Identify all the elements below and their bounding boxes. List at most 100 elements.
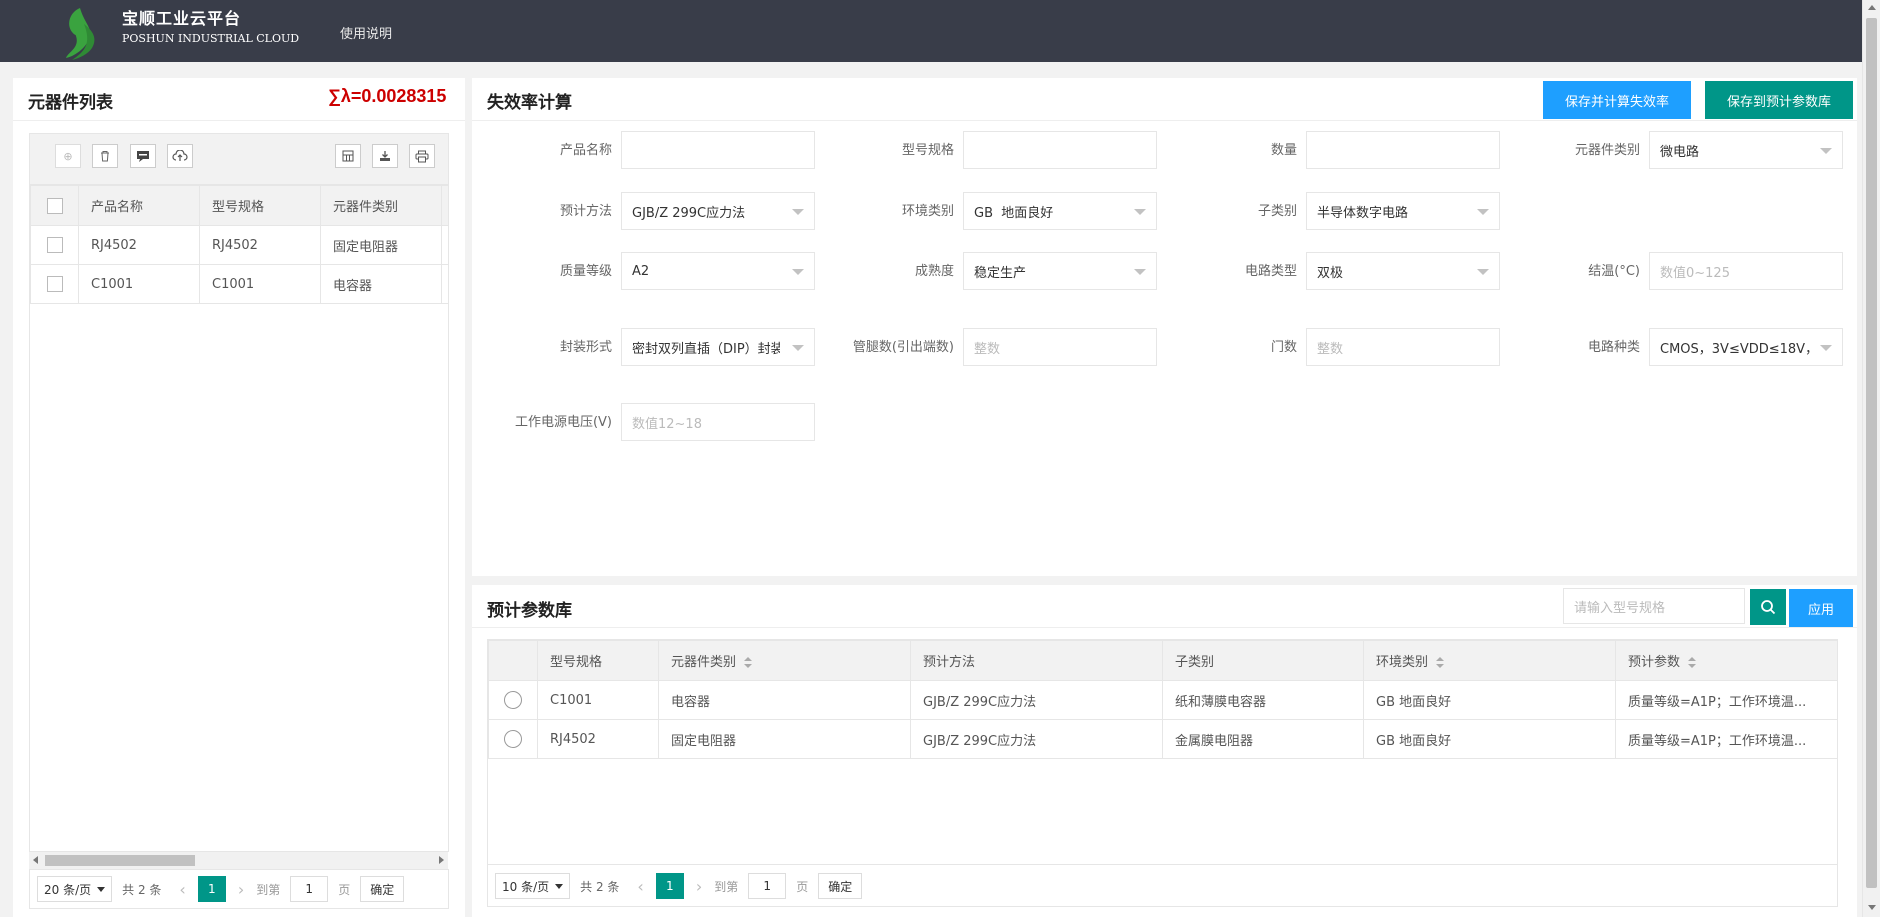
model-input[interactable] bbox=[963, 131, 1157, 169]
junction-temp-label: 结温(°C) bbox=[1588, 264, 1640, 279]
apply-button[interactable]: 应用 bbox=[1789, 589, 1853, 627]
prev-page-icon[interactable]: ‹ bbox=[179, 880, 185, 899]
package-select[interactable]: 密封双列直插（DIP）封装 bbox=[621, 328, 815, 366]
category-select[interactable]: 微电路 bbox=[1649, 131, 1843, 169]
goto-confirm-button[interactable]: 确定 bbox=[818, 873, 863, 899]
chevron-down-icon bbox=[1820, 148, 1832, 154]
library-table-wrapper: 型号规格 元器件类别 预计方法 子类别 环境类别 预计参数 C1001 电容器 … bbox=[487, 639, 1838, 865]
circuit-kind-select[interactable]: CMOS，3V≤VDD≤18V， bbox=[1649, 328, 1843, 366]
columns-icon[interactable] bbox=[335, 144, 361, 168]
category-label: 元器件类别 bbox=[1574, 143, 1640, 158]
chevron-down-icon bbox=[1134, 209, 1146, 215]
goto-confirm-button[interactable]: 确定 bbox=[360, 876, 405, 902]
row-radio[interactable] bbox=[488, 680, 538, 720]
scroll-up-arrow-icon[interactable] bbox=[1868, 5, 1876, 10]
scroll-right-arrow-icon[interactable] bbox=[439, 856, 444, 864]
scroll-left-arrow-icon[interactable] bbox=[33, 856, 38, 864]
current-page[interactable]: 1 bbox=[197, 876, 226, 902]
gates-input[interactable]: 整数 bbox=[1306, 328, 1500, 366]
col-params[interactable]: 预计参数 bbox=[1615, 640, 1837, 681]
col-environment[interactable]: 环境类别 bbox=[1363, 640, 1616, 681]
junction-temp-input[interactable]: 数值0~125 bbox=[1649, 252, 1843, 290]
per-page-select[interactable]: 20 条/页 bbox=[37, 876, 113, 902]
component-list-title: 元器件列表 bbox=[28, 93, 113, 113]
chevron-down-icon bbox=[792, 345, 804, 351]
page-unit: 页 bbox=[338, 882, 351, 897]
col-category: 元器件类别 bbox=[320, 185, 442, 226]
add-icon[interactable]: ⊕ bbox=[55, 144, 81, 168]
table-row[interactable]: RJ4502 RJ4502 固定电阻器 bbox=[30, 225, 448, 265]
component-pager: 20 条/页 共 2 条 ‹ 1 › 到第 1 页 确定 bbox=[37, 874, 405, 904]
quality-label: 质量等级 bbox=[559, 264, 612, 279]
cell-category: 电容器 bbox=[320, 264, 442, 304]
next-page-icon[interactable]: › bbox=[696, 877, 702, 896]
col-method: 预计方法 bbox=[910, 640, 1163, 681]
sort-icon[interactable] bbox=[1436, 657, 1445, 668]
subcategory-label: 子类别 bbox=[1257, 204, 1297, 219]
delete-icon[interactable] bbox=[92, 144, 118, 168]
chevron-down-icon bbox=[1820, 345, 1832, 351]
hscroll-thumb[interactable] bbox=[45, 855, 195, 866]
nav-help-link[interactable]: 使用说明 bbox=[340, 23, 392, 42]
total-failure-rate: ∑λ=0.0028315 bbox=[328, 86, 447, 106]
table-row[interactable]: C1001 C1001 电容器 bbox=[30, 264, 448, 304]
total-count: 共 2 条 bbox=[122, 882, 162, 897]
voltage-input[interactable]: 数值12~18 bbox=[621, 403, 815, 441]
component-table-hscrollbar[interactable] bbox=[29, 852, 448, 869]
goto-page-input[interactable]: 1 bbox=[290, 876, 329, 902]
cell-subcategory: 纸和薄膜电容器 bbox=[1162, 680, 1364, 720]
chevron-down-icon bbox=[792, 209, 804, 215]
print-icon[interactable] bbox=[409, 144, 435, 168]
table-row[interactable]: RJ4502 固定电阻器 GJB/Z 299C应力法 金属膜电阻器 GB 地面良… bbox=[488, 719, 1837, 759]
quantity-input[interactable] bbox=[1306, 131, 1500, 169]
method-select[interactable]: GJB/Z 299C应力法 bbox=[621, 192, 815, 230]
search-button[interactable] bbox=[1750, 589, 1786, 625]
search-icon bbox=[1761, 600, 1776, 615]
row-checkbox[interactable] bbox=[30, 225, 79, 265]
goto-label: 到第 bbox=[256, 882, 281, 897]
goto-page-input[interactable]: 1 bbox=[748, 873, 787, 899]
poshun-logo bbox=[66, 8, 95, 60]
product-name-label: 产品名称 bbox=[559, 143, 612, 158]
cell-product-name: RJ4502 bbox=[78, 225, 200, 265]
chevron-down-icon bbox=[1134, 269, 1146, 275]
library-table-header: 型号规格 元器件类别 预计方法 子类别 环境类别 预计参数 bbox=[488, 640, 1837, 681]
table-row[interactable]: C1001 电容器 GJB/Z 299C应力法 纸和薄膜电容器 GB 地面良好 … bbox=[488, 680, 1837, 720]
prev-page-icon[interactable]: ‹ bbox=[637, 877, 643, 896]
export-icon[interactable] bbox=[372, 144, 398, 168]
sort-icon[interactable] bbox=[744, 657, 753, 668]
row-radio[interactable] bbox=[488, 719, 538, 759]
cell-method: GJB/Z 299C应力法 bbox=[910, 719, 1163, 759]
circuit-type-select[interactable]: 双极 bbox=[1306, 252, 1500, 290]
col-category[interactable]: 元器件类别 bbox=[658, 640, 911, 681]
goto-label: 到第 bbox=[714, 879, 739, 894]
environment-select[interactable]: GB 地面良好 bbox=[963, 192, 1157, 230]
per-page-select[interactable]: 10 条/页 bbox=[495, 873, 571, 899]
save-to-library-button[interactable]: 保存到预计参数库 bbox=[1705, 81, 1853, 119]
scroll-thumb[interactable] bbox=[1866, 18, 1877, 888]
comment-icon[interactable] bbox=[130, 144, 156, 168]
row-checkbox[interactable] bbox=[30, 264, 79, 304]
brand-name-en: POSHUN INDUSTRIAL CLOUD bbox=[122, 32, 300, 45]
library-search-input[interactable]: 请输入型号规格 bbox=[1563, 588, 1745, 624]
cell-method: GJB/Z 299C应力法 bbox=[910, 680, 1163, 720]
subcategory-select[interactable]: 半导体数字电路 bbox=[1306, 192, 1500, 230]
library-table: 型号规格 元器件类别 预计方法 子类别 环境类别 预计参数 C1001 电容器 … bbox=[488, 640, 1837, 759]
pins-input[interactable]: 整数 bbox=[963, 328, 1157, 366]
next-page-icon[interactable]: › bbox=[238, 880, 244, 899]
pins-label: 管腿数(引出端数) bbox=[852, 340, 954, 355]
page-vertical-scrollbar[interactable] bbox=[1862, 0, 1880, 917]
upload-icon[interactable] bbox=[167, 144, 193, 168]
sort-icon[interactable] bbox=[1688, 657, 1697, 668]
quality-select[interactable]: A2 bbox=[621, 252, 815, 290]
maturity-select[interactable]: 稳定生产 bbox=[963, 252, 1157, 290]
chevron-down-icon bbox=[1477, 269, 1489, 275]
method-label: 预计方法 bbox=[559, 204, 612, 219]
product-name-input[interactable] bbox=[621, 131, 815, 169]
col-product-name: 产品名称 bbox=[78, 185, 200, 226]
save-and-calculate-button[interactable]: 保存并计算失效率 bbox=[1543, 81, 1691, 119]
current-page[interactable]: 1 bbox=[655, 873, 684, 899]
select-all-checkbox[interactable] bbox=[30, 185, 79, 226]
component-table: 产品名称 型号规格 元器件类别 RJ4502 RJ4502 固定电阻器 C100… bbox=[30, 185, 448, 304]
scroll-down-arrow-icon[interactable] bbox=[1868, 905, 1876, 910]
